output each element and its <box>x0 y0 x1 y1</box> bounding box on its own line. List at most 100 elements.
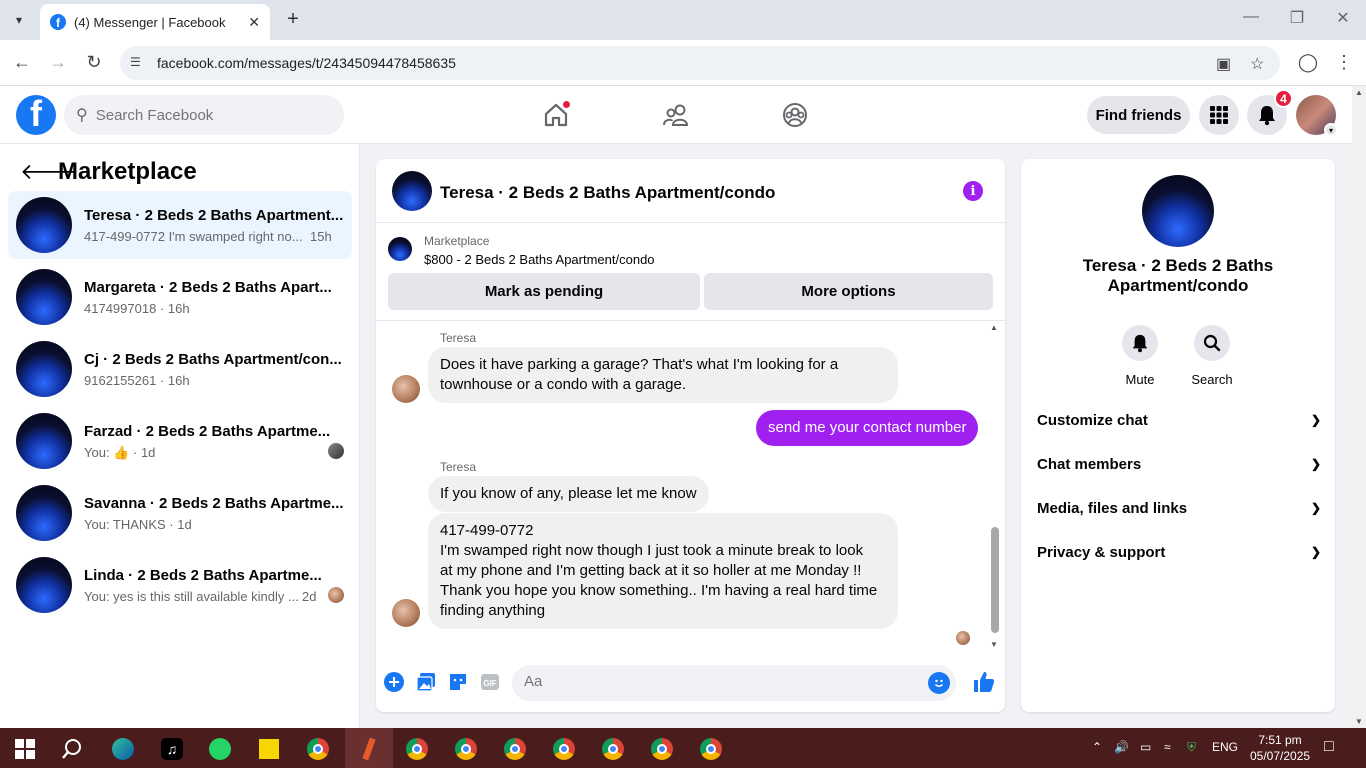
sender-avatar[interactable] <box>392 599 420 627</box>
message-bubble[interactable]: 417-499-0772 I'm swamped right now thoug… <box>428 513 898 629</box>
message-bubble[interactable]: Does it have parking a garage? That's wh… <box>428 347 898 403</box>
chrome-icon[interactable] <box>305 736 331 762</box>
site-info-icon[interactable]: ☰ <box>130 55 146 71</box>
chrome-profile-icon[interactable] <box>404 736 430 762</box>
chrome-profile-icon[interactable] <box>551 736 577 762</box>
facebook-logo-icon[interactable]: f <box>16 95 56 135</box>
tab-close-icon[interactable]: ✕ <box>248 14 260 31</box>
emoji-icon[interactable] <box>928 672 950 694</box>
info-icon[interactable]: i <box>963 181 983 201</box>
notification-center-icon[interactable]: □ <box>1324 738 1334 756</box>
chevron-down-icon: ❯ <box>1310 457 1321 471</box>
conversation-avatar <box>16 269 72 325</box>
account-chevron-icon: ▾ <box>1324 123 1338 137</box>
bookmark-star-icon[interactable]: ☆ <box>1250 54 1264 74</box>
scroll-up-icon[interactable]: ▲ <box>990 323 998 332</box>
details-avatar[interactable] <box>1142 175 1214 247</box>
chat-members-section[interactable]: Chat members ❯ <box>1037 452 1321 476</box>
restore-icon[interactable]: ❐ <box>1282 8 1312 28</box>
system-clock[interactable]: 7:51 pm 05/07/2025 <box>1250 732 1310 764</box>
scroll-thumb[interactable] <box>991 527 999 633</box>
mute-button[interactable]: Mute <box>1110 325 1170 387</box>
browser-tab[interactable]: f (4) Messenger | Facebook ✕ <box>40 4 270 40</box>
language-indicator[interactable]: ENG <box>1212 740 1238 754</box>
message-input-wrapper[interactable] <box>512 665 956 701</box>
mark-as-pending-button[interactable]: Mark as pending <box>388 273 700 310</box>
edge-icon[interactable] <box>110 736 136 762</box>
volume-icon[interactable]: 🔊 <box>1114 740 1129 754</box>
home-nav-icon[interactable] <box>539 98 573 132</box>
svg-text:GIF: GIF <box>483 679 496 688</box>
chrome-profile-icon[interactable] <box>502 736 528 762</box>
conversation-time: 2d <box>302 589 317 604</box>
profile-icon[interactable]: ◯ <box>1296 52 1320 73</box>
chrome-profile-icon[interactable] <box>453 736 479 762</box>
account-avatar[interactable]: ▾ <box>1296 95 1338 137</box>
my-message-bubble[interactable]: send me your contact number <box>756 410 979 446</box>
privacy-support-section[interactable]: Privacy & support ❯ <box>1037 540 1321 564</box>
search-in-chat-button[interactable]: Search <box>1182 325 1242 387</box>
reload-icon[interactable]: ↻ <box>82 52 106 73</box>
browser-menu-icon[interactable]: ⋮ <box>1332 52 1356 73</box>
message-bubble[interactable]: If you know of any, please let me know <box>428 476 709 512</box>
windows-start-icon[interactable] <box>12 736 38 762</box>
minimize-icon[interactable]: — <box>1236 8 1266 26</box>
groups-nav-icon[interactable] <box>778 98 812 132</box>
conversation-item[interactable]: Cj · 2 Beds 2 Baths Apartment/con... 916… <box>8 335 352 403</box>
security-shield-icon[interactable]: ⛨ <box>1187 740 1196 755</box>
conversation-item[interactable]: Teresa · 2 Beds 2 Baths Apartment... 417… <box>8 191 352 259</box>
battery-icon[interactable]: ▭ <box>1140 740 1151 754</box>
conversation-item[interactable]: Linda · 2 Beds 2 Baths Apartme... You: y… <box>8 551 352 619</box>
show-hidden-icons-icon[interactable]: ⌃ <box>1092 740 1102 754</box>
sender-avatar[interactable] <box>392 375 420 403</box>
conversation-item[interactable]: Savanna · 2 Beds 2 Baths Apartme... You:… <box>8 479 352 547</box>
photo-icon[interactable] <box>415 671 437 693</box>
chat-scrollbar[interactable]: ▲ ▼ <box>988 321 1002 651</box>
scroll-up-icon[interactable]: ▲ <box>1355 88 1363 97</box>
back-arrow-icon[interactable]: 🡐 <box>20 159 79 185</box>
plus-icon[interactable] <box>383 671 405 693</box>
conversation-name: Margareta · 2 Beds 2 Baths Apart... <box>84 279 332 296</box>
message-input[interactable] <box>524 673 904 690</box>
wifi-icon[interactable]: ≈ <box>1164 740 1171 754</box>
tiktok-icon[interactable]: ♫ <box>159 736 185 762</box>
whatsapp-icon[interactable] <box>207 736 233 762</box>
conversation-item[interactable]: Margareta · 2 Beds 2 Baths Apart... 4174… <box>8 263 352 331</box>
chat-title[interactable]: Teresa · 2 Beds 2 Baths Apartment/condo <box>440 183 775 203</box>
facebook-header: f ⚲ Find friends 4 ▾ <box>0 86 1352 144</box>
forward-icon[interactable]: → <box>46 52 70 73</box>
section-label: Privacy & support <box>1037 543 1166 561</box>
chrome-profile-icon[interactable] <box>600 736 626 762</box>
conversation-item[interactable]: Farzad · 2 Beds 2 Baths Apartme... You: … <box>8 407 352 475</box>
back-icon[interactable]: ← <box>10 52 34 73</box>
thumbs-up-send-icon[interactable] <box>971 671 997 693</box>
friends-nav-icon[interactable] <box>659 98 693 132</box>
page-scrollbar[interactable]: ▲ ▼ <box>1352 86 1366 728</box>
menu-grid-button[interactable] <box>1199 95 1239 135</box>
details-name: Teresa · 2 Beds 2 Baths Apartment/condo <box>1082 256 1274 295</box>
media-files-links-section[interactable]: Media, files and links ❯ <box>1037 496 1321 520</box>
taskbar-search-icon[interactable] <box>59 736 85 762</box>
scroll-down-icon[interactable]: ▼ <box>1355 717 1363 726</box>
address-bar[interactable]: ☰ facebook.com/messages/t/24345094478458… <box>120 46 1280 80</box>
window-close-icon[interactable]: ✕ <box>1328 8 1358 28</box>
notifications-button[interactable]: 4 <box>1247 89 1293 135</box>
conversation-avatar <box>16 413 72 469</box>
install-app-icon[interactable]: ▣ <box>1216 54 1231 74</box>
gif-icon[interactable]: GIF <box>479 671 501 693</box>
facebook-search[interactable]: ⚲ <box>64 95 344 135</box>
facebook-search-input[interactable] <box>95 106 316 124</box>
conversation-details-pane: Teresa · 2 Beds 2 Baths Apartment/condo … <box>1021 159 1335 712</box>
pinned-app-icon[interactable] <box>356 736 382 762</box>
chat-avatar[interactable] <box>392 171 432 211</box>
sticker-icon[interactable] <box>447 671 469 693</box>
chrome-profile-icon[interactable] <box>649 736 675 762</box>
more-options-button[interactable]: More options <box>704 273 993 310</box>
find-friends-button[interactable]: Find friends <box>1087 96 1190 134</box>
new-tab-icon[interactable]: + <box>282 8 304 31</box>
chrome-profile-icon[interactable] <box>698 736 724 762</box>
customize-chat-section[interactable]: Customize chat ❯ <box>1037 408 1321 432</box>
sticky-notes-icon[interactable] <box>256 736 282 762</box>
tab-search-chevron-icon[interactable]: ▾ <box>6 9 32 31</box>
scroll-down-icon[interactable]: ▼ <box>990 640 998 649</box>
